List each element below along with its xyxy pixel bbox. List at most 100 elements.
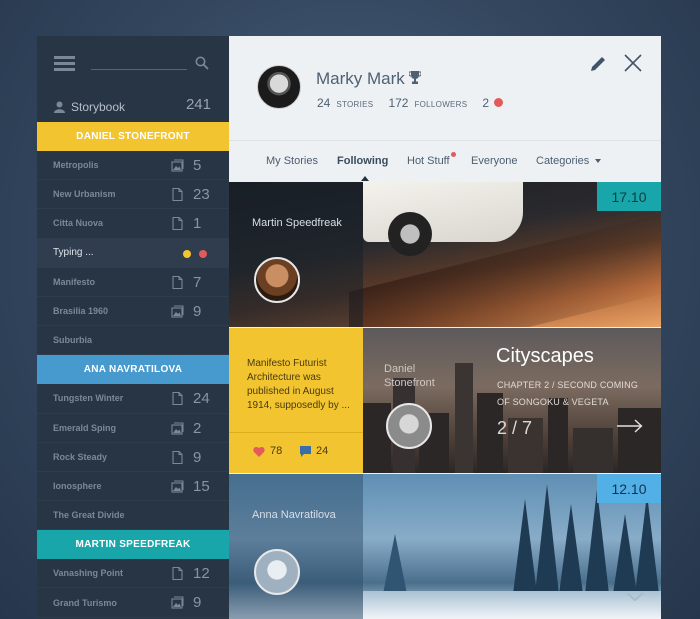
date-badge: 17.10 (597, 182, 661, 211)
pencil-icon[interactable] (588, 54, 608, 74)
search-underline (91, 69, 187, 70)
profile-stats: 24 STORIES 172 FOLLOWERS 2 (317, 96, 504, 110)
tab-categories[interactable]: Categories (536, 155, 602, 167)
card-author-panel: Anna Navratilova (229, 474, 363, 619)
story-title[interactable]: Cityscapes (496, 345, 594, 368)
app-window: Storybook 241 DANIEL STONEFRONT Metropoli… (37, 36, 661, 619)
sidebar-group-header[interactable]: DANIEL STONEFRONT (37, 122, 229, 151)
date-badge: 12.10 (597, 474, 661, 503)
sidebar-story-item[interactable]: Metropolis 5 (37, 151, 229, 181)
comments-count: 24 (316, 445, 329, 457)
document-icon (171, 567, 184, 581)
story-card[interactable]: Martin Speedfreak 17.10 (229, 182, 661, 327)
avatar[interactable] (257, 65, 301, 109)
messages-count[interactable]: 2 (482, 96, 489, 110)
story-card[interactable]: Anna Navratilova 12.10 (229, 474, 661, 619)
card-author-name[interactable]: Anna Navratilova (252, 508, 352, 522)
tab-following[interactable]: Following (337, 155, 388, 167)
story-count: 24 (193, 390, 210, 408)
sidebar-story-item[interactable]: Manifesto 7 (37, 268, 229, 297)
menu-icon[interactable] (54, 56, 75, 71)
storybook-label: Storybook (71, 100, 126, 114)
page-indicator: 2 / 7 (497, 418, 533, 438)
sidebar-group-header[interactable]: MARTIN SPEEDFREAK (37, 530, 229, 560)
story-name: Manifesto (53, 276, 96, 287)
story-name: The Great Divide (53, 510, 125, 521)
sidebar-group-header[interactable]: ANA NAVRATILOVA (37, 355, 229, 385)
likes-button[interactable]: 78 (253, 445, 282, 457)
sidebar-story-item[interactable]: The Great Divide (37, 501, 229, 531)
story-count: 9 (193, 594, 202, 612)
story-count: 7 (193, 273, 202, 291)
story-count: 23 (193, 186, 210, 204)
active-tab-pointer (361, 176, 369, 181)
tab-bar: My Stories Following Hot Stuff Everyone … (229, 140, 661, 182)
followers-count: 172 (388, 96, 409, 110)
avatar[interactable] (386, 403, 432, 449)
sidebar-story-item[interactable]: Emerald Sping 2 (37, 414, 229, 443)
story-name: Tungsten Winter (53, 393, 124, 404)
sidebar-story-item[interactable]: Grand Turismo 9 (37, 588, 229, 618)
story-name: Typing ... (53, 247, 94, 259)
arrow-right-icon[interactable] (617, 419, 643, 433)
cityscape-image: Daniel Stonefront Cityscapes CHAPTER 2 /… (363, 328, 661, 473)
sidebar-story-item[interactable]: Citta Nuova 1 (37, 209, 229, 239)
image-stack-icon (171, 159, 184, 172)
sidebar-story-item[interactable]: Rock Steady 9 (37, 443, 229, 472)
story-name: Grand Turismo (53, 597, 117, 608)
tab-hot-stuff[interactable]: Hot Stuff (407, 152, 456, 167)
divider (229, 432, 363, 433)
story-count: 9 (193, 448, 202, 466)
story-count: 1 (193, 215, 202, 233)
car-wheel (388, 212, 432, 256)
sidebar-story-item[interactable]: Ionosphere 15 (37, 472, 229, 502)
likes-count: 78 (270, 445, 283, 457)
story-count: 9 (193, 302, 202, 320)
stories-count: 24 (317, 96, 331, 110)
sidebar-story-item[interactable]: New Urbanism 23 (37, 180, 229, 210)
comments-button[interactable]: 24 (300, 445, 328, 457)
document-icon (171, 450, 184, 464)
sidebar-story-item[interactable]: Typing ... (37, 238, 229, 268)
sidebar-story-item[interactable]: Brasilia 1960 9 (37, 297, 229, 327)
typing-indicator-dot (183, 249, 191, 258)
image-stack-icon (171, 480, 184, 493)
trophy-icon (409, 71, 421, 84)
document-icon (171, 188, 184, 202)
sidebar: Storybook 241 DANIEL STONEFRONT Metropoli… (37, 36, 229, 619)
image-stack-icon (171, 596, 184, 609)
story-name: Citta Nuova (53, 218, 104, 229)
avatar[interactable] (254, 257, 300, 303)
search-input[interactable] (91, 54, 187, 69)
story-name: Emerald Sping (53, 422, 117, 433)
story-name: Suburbia (53, 335, 93, 346)
close-icon[interactable] (623, 53, 643, 73)
card-author-name[interactable]: Martin Speedfreak (252, 216, 352, 230)
story-name: Vanashing Point (53, 568, 124, 579)
story-name: Rock Steady (53, 451, 108, 462)
story-name: New Urbanism (53, 189, 116, 200)
storybook-count: 241 (185, 96, 211, 113)
story-name: Metropolis (53, 160, 99, 171)
profile-header: Marky Mark 24 STORIES 172 FOLLOWERS 2 (229, 36, 661, 140)
sidebar-story-item[interactable]: Tungsten Winter 24 (37, 384, 229, 414)
story-excerpt: Manifesto Futurist Architecture was publ… (247, 358, 350, 411)
avatar[interactable] (254, 549, 300, 595)
story-card[interactable]: Manifesto Futurist Architecture was publ… (229, 328, 661, 473)
sidebar-item-storybook[interactable]: Storybook 241 (37, 92, 229, 122)
tab-my-stories[interactable]: My Stories (266, 155, 318, 167)
tab-everyone[interactable]: Everyone (471, 155, 517, 167)
main-panel: Marky Mark 24 STORIES 172 FOLLOWERS 2 My… (229, 36, 661, 619)
sidebar-story-item[interactable]: Vanashing Point 12 (37, 559, 229, 589)
river (363, 591, 661, 619)
card-author-name[interactable]: Daniel Stonefront (384, 362, 454, 390)
sidebar-groups: DANIEL STONEFRONT Metropolis 5 New Urbanism… (37, 122, 229, 618)
image-stack-icon (171, 305, 184, 318)
typing-indicator-dot (199, 249, 207, 258)
chevron-down-icon[interactable] (626, 592, 644, 602)
search-icon[interactable] (195, 56, 209, 70)
sidebar-story-item[interactable]: Suburbia (37, 326, 229, 356)
document-icon (171, 275, 184, 289)
card-author-panel: Martin Speedfreak (229, 182, 363, 327)
message-bubble-icon[interactable] (494, 98, 504, 107)
